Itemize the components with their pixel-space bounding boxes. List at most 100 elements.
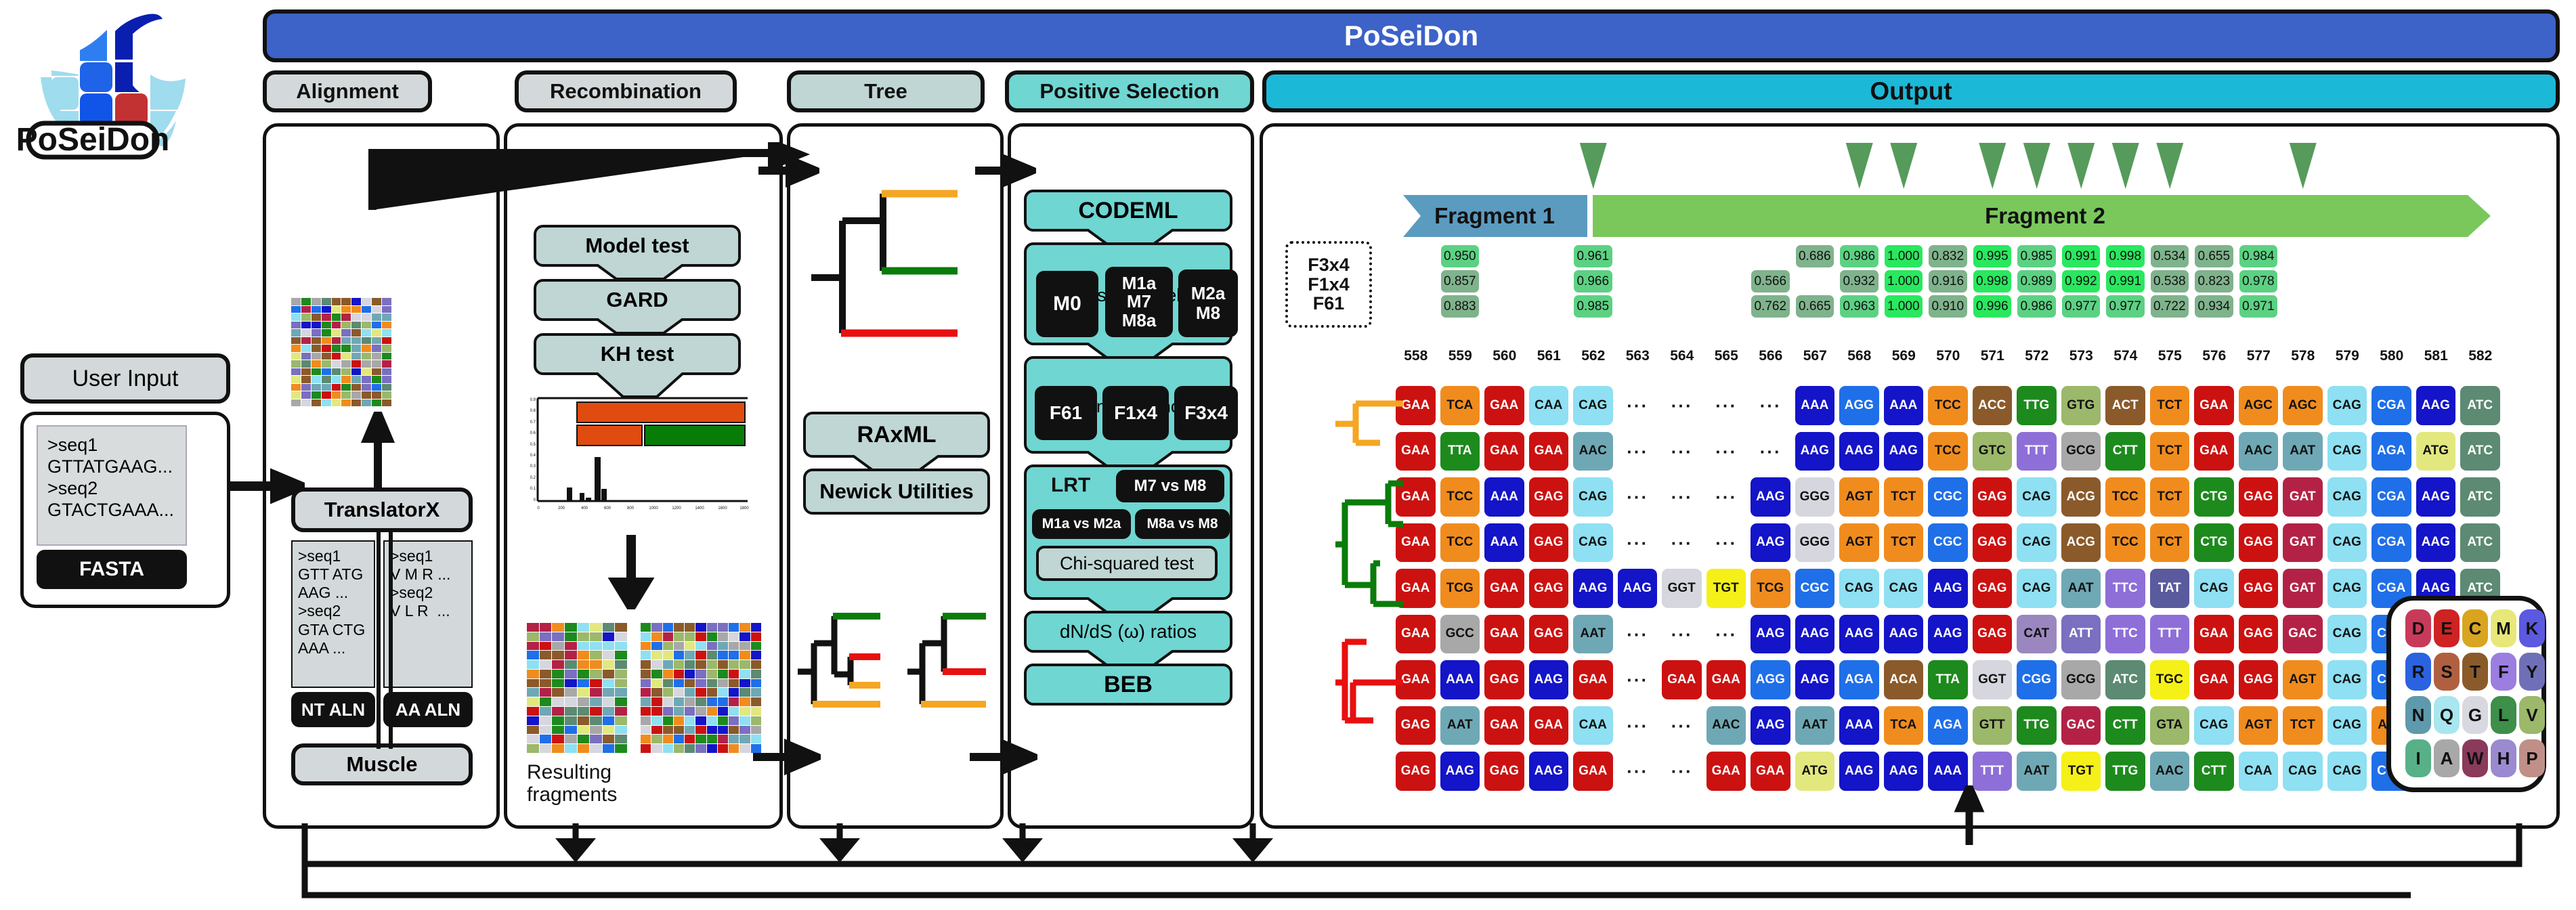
alignment-preview-cell <box>564 632 577 641</box>
alignment-preview-cell <box>651 707 662 716</box>
arrow-translatorx-up <box>360 412 395 492</box>
beb-box: BEB <box>1024 664 1232 706</box>
alignment-preview-cell <box>321 313 331 321</box>
alignment-preview-cell <box>362 399 372 406</box>
alignment-preview-cell <box>739 632 750 641</box>
svg-text:1800: 1800 <box>739 506 749 511</box>
alignment-preview-cell <box>739 744 750 753</box>
alignment-preview-cell <box>641 688 651 697</box>
tree-fragment-2 <box>907 613 986 708</box>
alignment-preview-cell <box>311 376 321 383</box>
chi-squared-test-box: Chi-squared test <box>1036 546 1218 581</box>
alignment-preview-cell <box>311 305 321 313</box>
chi-squared-test-label: Chi-squared test <box>1059 552 1195 573</box>
alignment-preview-cell <box>331 345 341 352</box>
codon-freq-f61: F61 <box>1035 386 1097 440</box>
alignment-preview-cell <box>739 623 750 632</box>
fragment-1-label: Fragment 1 <box>1434 203 1555 228</box>
alignment-preview-cell <box>695 623 706 632</box>
svg-text:800: 800 <box>627 506 635 511</box>
raxml-label: RAxML <box>857 421 937 448</box>
alignment-preview-cell <box>590 660 602 669</box>
svg-text:0.4: 0.4 <box>530 454 536 458</box>
alignment-preview-cell <box>372 345 382 352</box>
alignment-preview-cell <box>641 707 651 716</box>
alignment-preview-cell <box>331 352 341 360</box>
tab-recombination[interactable]: Recombination <box>515 70 737 112</box>
tab-tree[interactable]: Tree <box>787 70 985 112</box>
alignment-preview-cell <box>539 641 552 651</box>
alignment-preview-cell <box>362 368 372 375</box>
alignment-preview-cell <box>552 744 564 753</box>
dnds-ratios-label: dN/dS (ω) ratios <box>1059 621 1197 642</box>
alignment-preview-cell <box>372 329 382 337</box>
alignment-preview-cell <box>685 716 695 725</box>
alignment-preview-cell <box>651 678 662 688</box>
alignment-preview-cell <box>539 688 552 697</box>
alignment-preview-cell <box>602 725 615 735</box>
alignment-preview-cell <box>717 716 729 725</box>
alignment-preview-cell <box>291 337 301 344</box>
alignment-preview-cell <box>382 305 391 313</box>
alignment-preview-cell <box>539 716 552 725</box>
alignment-preview-cell <box>382 321 391 328</box>
svg-text:1000: 1000 <box>649 506 658 511</box>
alignment-preview-cell <box>577 623 590 632</box>
alignment-preview-cell <box>372 337 382 344</box>
alignment-preview-cell <box>527 623 539 632</box>
alignment-preview-cell <box>673 688 685 697</box>
alignment-preview-cell <box>729 651 739 660</box>
alignment-preview-cell <box>685 651 695 660</box>
alignment-preview-cell <box>341 368 351 375</box>
alignment-preview-cell <box>341 376 351 383</box>
tab-positive-selection[interactable]: Positive Selection <box>1005 70 1254 112</box>
alignment-preview-cell <box>739 669 750 678</box>
svg-text:0.8: 0.8 <box>530 409 536 413</box>
alignment-preview-cell <box>351 321 362 328</box>
alignment-preview-cell <box>311 391 321 399</box>
alignment-preview-cell <box>321 345 331 352</box>
codon-freq-f3x4-label: F3x4 <box>1184 402 1228 423</box>
tab-output[interactable]: Output <box>1262 70 2560 112</box>
alignment-preview-cell <box>717 651 729 660</box>
model-m0: M0 <box>1036 271 1098 337</box>
alignment-preview-cell <box>321 391 331 399</box>
fasta-textbox[interactable]: >seq1 GTTATGAAG... >seq2 GTACTGAAA... <box>37 425 187 546</box>
step-model-test-label: Model test <box>585 234 689 257</box>
alignment-preview-cell <box>351 360 362 368</box>
alignment-preview-cell <box>301 376 311 383</box>
alignment-preview-cell <box>291 313 301 321</box>
arrow-tree-to-selection <box>975 154 1036 188</box>
workflow-return-bus <box>301 823 2523 898</box>
alignment-preview-cell <box>362 337 372 344</box>
svg-text:200: 200 <box>558 506 565 511</box>
alignment-preview-cell <box>311 329 321 337</box>
alignment-preview-cell <box>750 716 761 725</box>
alignment-preview-cell <box>382 352 391 360</box>
alignment-preview-cell <box>552 735 564 744</box>
alignment-preview-cell <box>362 345 372 352</box>
svg-text:400: 400 <box>581 506 588 511</box>
alignment-preview-cell <box>615 744 627 753</box>
alignment-preview-cell <box>362 305 372 313</box>
alignment-preview-cell <box>564 697 577 707</box>
alignment-preview-cell <box>739 707 750 716</box>
newick-utilities-label: Newick Utilities <box>819 479 974 503</box>
tab-alignment[interactable]: Alignment <box>263 70 432 112</box>
alignment-preview-cell <box>527 735 539 744</box>
alignment-preview-cell <box>729 641 739 651</box>
alignment-preview-cell <box>673 735 685 744</box>
alignment-preview-cell <box>750 660 761 669</box>
alignment-preview-cell <box>341 337 351 344</box>
alignment-preview-cell <box>641 716 651 725</box>
alignment-preview-cell <box>590 688 602 697</box>
alignment-preview-cell <box>662 669 673 678</box>
alignment-preview-cell <box>362 329 372 337</box>
dnds-ratios-box: dN/dS (ω) ratios <box>1024 611 1232 653</box>
alignment-preview-cell <box>615 725 627 735</box>
alignment-preview-cell <box>291 329 301 337</box>
alignment-preview-cell <box>750 688 761 697</box>
alignment-preview-cell <box>301 391 311 399</box>
alignment-preview-cell <box>291 383 301 391</box>
alignment-preview-cell <box>301 352 311 360</box>
